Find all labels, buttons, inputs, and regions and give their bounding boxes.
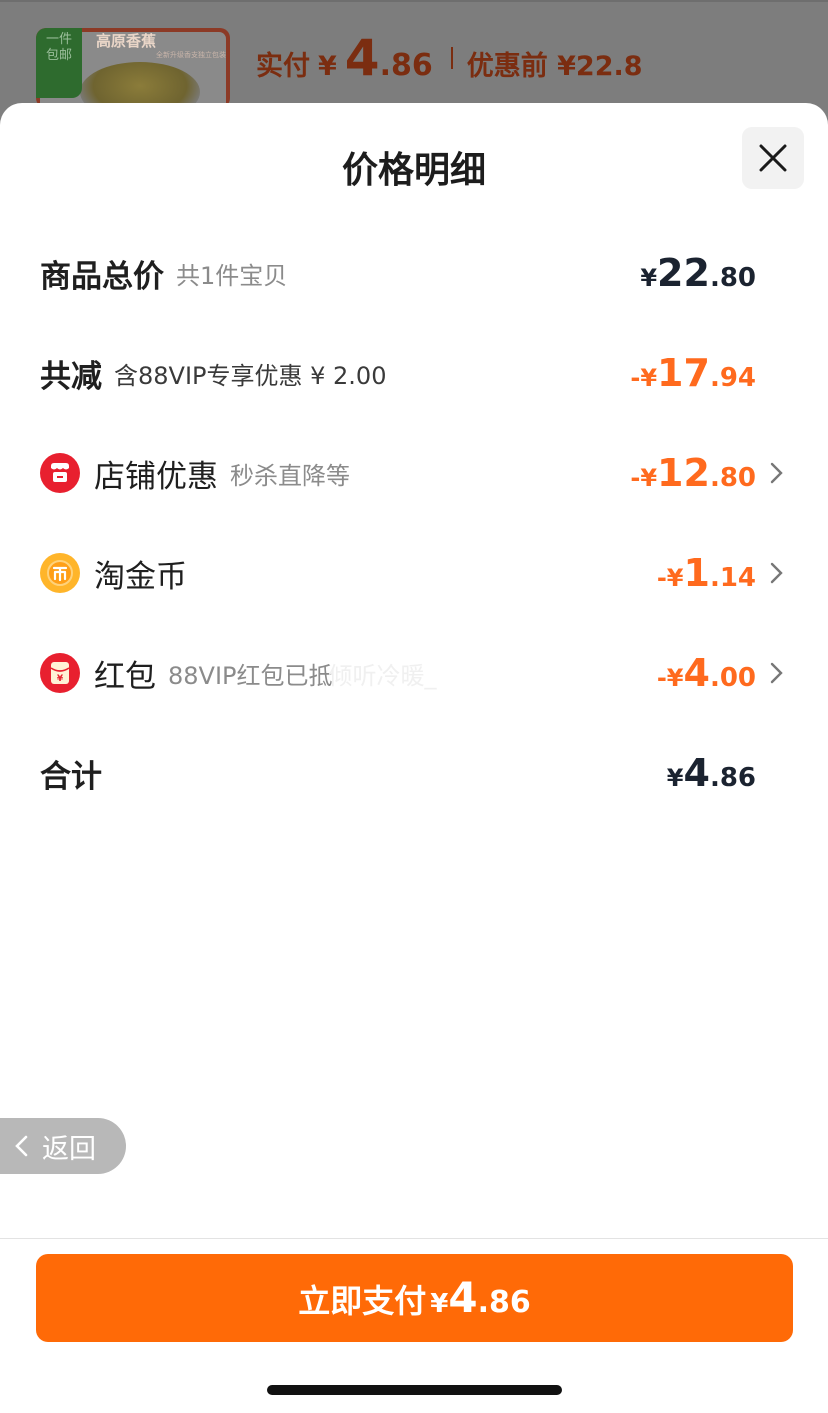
- amount-dec: .00: [709, 663, 756, 693]
- row-red-packet[interactable]: ¥ 红包 88VIP红包已抵 倾听冷暖_ -¥ 4 .00: [40, 643, 788, 703]
- back-button[interactable]: 返回: [0, 1118, 126, 1174]
- amount-dec: .86: [709, 763, 756, 793]
- amount-int: 4: [683, 751, 710, 795]
- amount-currency: -¥: [656, 664, 684, 692]
- amount-dec: .80: [709, 263, 756, 293]
- row-amount: -¥ 17 .94: [630, 343, 756, 403]
- divider: [0, 1238, 828, 1239]
- row-amount: ¥ 4 .86: [667, 743, 756, 803]
- paid-amount-dec: .86: [379, 48, 433, 83]
- row-amount: -¥ 1 .14: [657, 543, 756, 603]
- row-amount: -¥ 4 .00: [657, 643, 756, 703]
- back-label: 返回: [42, 1133, 96, 1165]
- amount-dec: .80: [709, 463, 756, 493]
- amount-int: 22: [657, 251, 710, 295]
- paid-summary: 实付 ¥ 4 .86 优惠前 ¥22.8: [256, 28, 643, 88]
- row-note: 秒杀直降等: [230, 461, 350, 490]
- svg-text:¥: ¥: [57, 674, 64, 684]
- row-note: 共1件宝贝: [176, 261, 288, 290]
- pay-button-amount-dec: .86: [477, 1285, 531, 1320]
- paid-label: 实付: [256, 51, 310, 82]
- product-image-subtitle: 全新升级香支独立包装: [156, 51, 226, 59]
- home-indicator: [267, 1385, 562, 1395]
- price-detail-sheet: 价格明细 商品总价 共1件宝贝 ¥ 22 .80 共减 含88VIP专享优惠 ¥…: [0, 103, 828, 1413]
- amount-currency: -¥: [630, 364, 658, 392]
- divider: [0, 0, 828, 2]
- row-goods-total: 商品总价 共1件宝贝 ¥ 22 .80: [40, 243, 788, 303]
- amount-dec: .94: [709, 363, 756, 393]
- product-thumbnail: 一件 包邮 高原香蕉 全新升级香支独立包装: [36, 28, 230, 108]
- close-icon: [759, 144, 787, 172]
- amount-int: 12: [657, 451, 710, 495]
- paid-amount-int: 4: [344, 29, 380, 87]
- pay-button-amount-int: 4: [448, 1273, 478, 1322]
- original-price: 优惠前 ¥22.8: [466, 51, 643, 82]
- watermark: 倾听冷暖_: [328, 661, 437, 690]
- pay-button-currency: ¥: [430, 1289, 449, 1319]
- badge-line-1: 一件: [45, 32, 72, 47]
- amount-currency: ¥: [640, 264, 658, 292]
- row-taojinbi[interactable]: 淘金币 -¥ 1 .14: [40, 543, 788, 603]
- chevron-right-icon: [770, 462, 783, 484]
- amount-currency: ¥: [666, 764, 684, 792]
- paid-currency: ¥: [318, 51, 337, 82]
- row-note: 含88VIP专享优惠 ¥ 2.00: [114, 361, 387, 390]
- row-label: 店铺优惠: [94, 458, 218, 495]
- row-note: 88VIP红包已抵: [168, 661, 333, 690]
- pay-now-button[interactable]: 立即支付 ¥ 4 .86: [36, 1254, 793, 1342]
- pay-button-label: 立即支付: [298, 1282, 427, 1320]
- row-label: 合计: [40, 758, 102, 795]
- row-label: 商品总价: [40, 258, 164, 295]
- amount-int: 17: [657, 351, 710, 395]
- amount-currency: -¥: [656, 564, 684, 592]
- coin-icon: [40, 553, 80, 593]
- banana-image: [80, 62, 200, 108]
- chevron-left-icon: [15, 1135, 28, 1157]
- close-button[interactable]: [742, 127, 804, 189]
- row-amount: -¥ 12 .80: [630, 443, 756, 503]
- row-label: 红包: [94, 658, 156, 695]
- red-packet-icon: ¥: [40, 653, 80, 693]
- row-shop-discount[interactable]: 店铺优惠 秒杀直降等 -¥ 12 .80: [40, 443, 788, 503]
- row-amount: ¥ 22 .80: [640, 243, 756, 303]
- badge-line-2: 包邮: [45, 48, 72, 63]
- free-shipping-badge: 一件 包邮: [36, 28, 82, 98]
- shop-icon: [40, 453, 80, 493]
- amount-currency: -¥: [630, 464, 658, 492]
- row-label: 淘金币: [94, 558, 187, 595]
- amount-int: 1: [683, 551, 710, 595]
- row-total-discount: 共减 含88VIP专享优惠 ¥ 2.00 -¥ 17 .94: [40, 343, 788, 403]
- row-label: 共减: [40, 358, 102, 395]
- chevron-right-icon: [770, 562, 783, 584]
- row-sum: 合计 ¥ 4 .86: [40, 743, 788, 803]
- product-image-title: 高原香蕉: [96, 32, 157, 50]
- amount-dec: .14: [709, 563, 756, 593]
- amount-int: 4: [683, 651, 710, 695]
- sheet-title: 价格明细: [341, 150, 486, 191]
- chevron-right-icon: [770, 662, 783, 684]
- product-header-dimmed: 一件 包邮 高原香蕉 全新升级香支独立包装 实付 ¥ 4 .86 优惠前 ¥22…: [0, 0, 828, 110]
- divider: [450, 47, 453, 69]
